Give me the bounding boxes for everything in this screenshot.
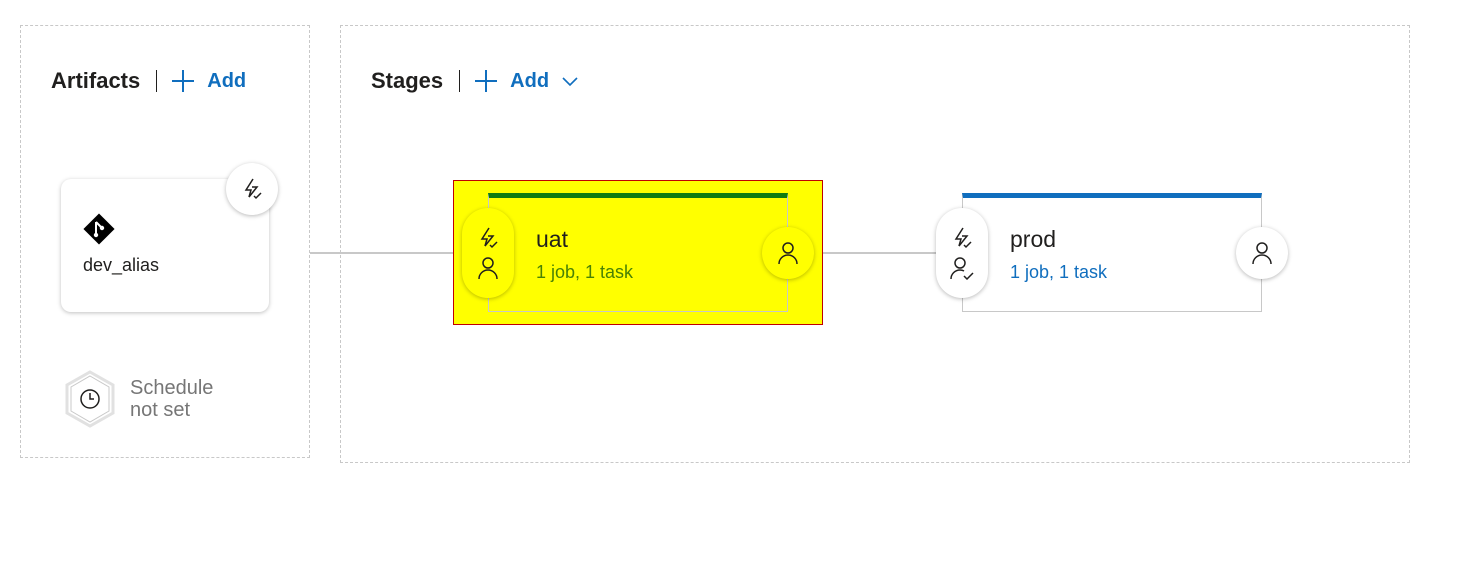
clock-icon (65, 370, 115, 428)
person-icon (1252, 242, 1272, 265)
add-artifact-label: Add (207, 69, 247, 92)
artifacts-header: Artifacts Add (51, 68, 246, 94)
stage-name-uat[interactable]: uat (536, 226, 568, 253)
stage-name-prod[interactable]: prod (1010, 226, 1056, 253)
add-stage-label: Add (510, 69, 550, 92)
stage-card-prod[interactable] (962, 193, 1262, 312)
continuous-deployment-trigger-button[interactable] (226, 163, 278, 215)
chevron-down-icon[interactable] (561, 75, 579, 87)
stages-header: Stages Add (371, 68, 591, 94)
plus-icon (172, 70, 195, 92)
add-artifact-button[interactable]: Add (171, 69, 246, 93)
person-icon (478, 257, 498, 280)
uat-post-deployment-conditions[interactable] (762, 227, 814, 279)
prod-post-deployment-conditions[interactable] (1236, 227, 1288, 279)
stage-summary-prod[interactable]: 1 job, 1 task (1010, 262, 1107, 283)
schedule-trigger[interactable]: Schedule not set (64, 370, 213, 428)
prod-pre-deployment-conditions[interactable] (936, 208, 988, 298)
plus-icon (475, 70, 498, 92)
header-divider (156, 70, 158, 92)
artifacts-title: Artifacts (51, 68, 141, 93)
schedule-line2: not set (130, 399, 191, 421)
person-icon (778, 242, 798, 265)
schedule-line1: Schedule (130, 377, 214, 399)
schedule-text: Schedule not set (130, 377, 213, 421)
add-stage-button[interactable]: Add (474, 69, 591, 93)
stages-title: Stages (371, 68, 444, 93)
artifact-name: dev_alias (83, 255, 160, 275)
person-check-icon (950, 257, 974, 280)
header-divider (459, 70, 461, 92)
stage-card-uat[interactable] (488, 193, 788, 312)
stage-summary-uat[interactable]: 1 job, 1 task (536, 262, 633, 283)
git-icon (83, 213, 115, 250)
uat-pre-deployment-conditions[interactable] (462, 208, 514, 298)
lightning-check-icon (244, 178, 262, 200)
lightning-check-icon (954, 227, 972, 249)
lightning-check-icon (480, 227, 498, 249)
